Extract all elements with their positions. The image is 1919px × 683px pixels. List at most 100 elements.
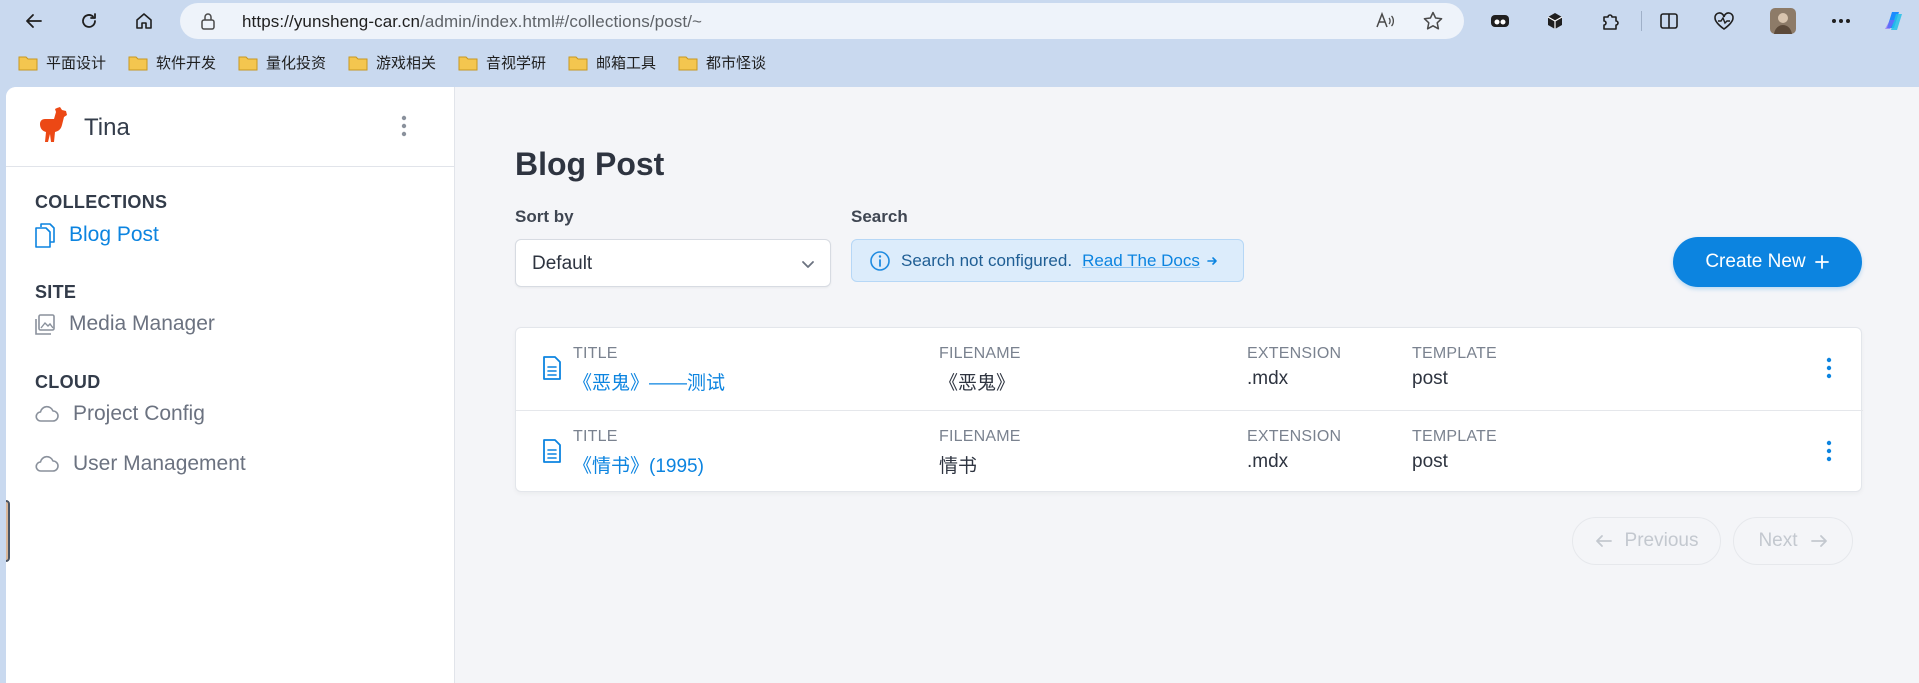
- folder-icon: [678, 56, 698, 70]
- sidebar-item-media-manager[interactable]: Media Manager: [35, 312, 215, 336]
- sidebar-item-blog-post[interactable]: Blog Post: [35, 222, 159, 248]
- cell-template: TEMPLATE post: [1412, 428, 1497, 473]
- more-horizontal-icon: [1832, 19, 1850, 23]
- reload-button[interactable]: [73, 6, 105, 36]
- back-button[interactable]: [18, 6, 50, 36]
- extensions-button[interactable]: [1594, 6, 1626, 36]
- filename-value: 情书: [939, 456, 978, 477]
- settings-menu-button[interactable]: [1825, 6, 1857, 36]
- document-title-link[interactable]: 《恶鬼》——测试: [573, 368, 725, 395]
- previous-page-button[interactable]: Previous: [1572, 517, 1721, 565]
- bookmark-label: 邮箱工具: [596, 55, 657, 72]
- sidebar-item-label: Blog Post: [69, 223, 159, 246]
- scrollbar-thumb[interactable]: [6, 500, 10, 562]
- sort-select[interactable]: Default: [515, 239, 831, 287]
- section-title-collections: COLLECTIONS: [35, 192, 168, 212]
- document-duplicate-icon: [35, 223, 55, 248]
- more-vertical-icon[interactable]: [401, 115, 407, 137]
- table-row[interactable]: TITLE 《情书》(1995) FILENAME 情书 EXTENSION .mdx…: [516, 410, 1863, 492]
- template-value: post: [1412, 451, 1448, 472]
- bookmark-folder[interactable]: 平面设计: [18, 52, 106, 73]
- row-actions-icon[interactable]: [1826, 440, 1832, 462]
- cell-title[interactable]: TITLE 《恶鬼》——测试: [573, 345, 725, 395]
- lock-icon[interactable]: [200, 12, 216, 30]
- tina-llama-logo: [40, 107, 67, 142]
- brand-name: Tina: [84, 114, 130, 141]
- plus-icon: [1814, 255, 1829, 269]
- bookmark-label: 都市怪谈: [706, 55, 767, 72]
- filename-value: 《恶鬼》: [939, 373, 1016, 394]
- bookmark-folder[interactable]: 都市怪谈: [678, 52, 766, 73]
- bookmarks-bar: 平面设计 软件开发 量化投资 游戏相关 音视学研 邮箱工具 都市怪谈: [0, 44, 1919, 84]
- tina-admin-app: Tina COLLECTIONS Blog Post SITE Media Ma…: [6, 87, 1919, 683]
- profile-button[interactable]: [1767, 6, 1799, 36]
- extension-cube-icon: [1547, 13, 1563, 29]
- info-icon: [870, 250, 890, 271]
- extension-glasses-icon: [1491, 15, 1509, 27]
- read-aloud-icon[interactable]: [1374, 10, 1396, 32]
- puzzle-icon: [1603, 14, 1619, 30]
- template-value: post: [1412, 368, 1448, 389]
- column-header: TEMPLATE: [1412, 345, 1497, 362]
- page-title: Blog Post: [515, 146, 665, 182]
- arrow-right-icon: [1207, 256, 1217, 265]
- bookmark-folder[interactable]: 游戏相关: [348, 52, 436, 73]
- bookmark-folder[interactable]: 软件开发: [128, 52, 216, 73]
- bookmark-folder[interactable]: 量化投资: [238, 52, 326, 73]
- extension-button[interactable]: [1484, 6, 1516, 36]
- url-text[interactable]: https://yunsheng-car.cn/admin/index.html…: [242, 12, 702, 32]
- extension-button[interactable]: [1539, 6, 1571, 36]
- cell-title[interactable]: TITLE 《情书》(1995): [573, 428, 704, 478]
- browser-toolbar: https://yunsheng-car.cn/admin/index.html…: [0, 0, 1919, 42]
- url-path: /admin/index.html#/collections/post/~: [420, 12, 703, 31]
- cloud-icon: [35, 455, 59, 472]
- cell-filename: FILENAME 情书: [939, 428, 1021, 478]
- next-label: Next: [1758, 530, 1798, 551]
- cell-extension: EXTENSION .mdx: [1247, 428, 1341, 473]
- folder-icon: [18, 56, 38, 70]
- bookmark-label: 游戏相关: [376, 55, 437, 72]
- row-actions-icon[interactable]: [1826, 357, 1832, 379]
- next-page-button[interactable]: Next: [1733, 517, 1853, 565]
- section-title-cloud: CLOUD: [35, 372, 101, 392]
- images-icon: [35, 314, 55, 335]
- split-screen-button[interactable]: [1653, 6, 1685, 36]
- bookmark-folder[interactable]: 邮箱工具: [568, 52, 656, 73]
- read-the-docs-link[interactable]: Read The Docs: [1082, 251, 1200, 271]
- create-new-button[interactable]: Create New: [1673, 237, 1862, 287]
- main-content: Blog Post Sort by Default Search Search …: [455, 87, 1919, 683]
- column-header: FILENAME: [939, 428, 1021, 445]
- home-icon: [136, 13, 152, 29]
- column-header: TITLE: [573, 428, 618, 445]
- browser-essentials-button[interactable]: [1708, 6, 1740, 36]
- arrow-left-icon: [1595, 535, 1612, 547]
- bookmark-label: 软件开发: [156, 55, 217, 72]
- sidebar-item-label: Media Manager: [69, 312, 215, 335]
- document-title-link[interactable]: 《情书》(1995): [573, 451, 704, 478]
- previous-label: Previous: [1624, 530, 1699, 551]
- sidebar-header: Tina: [6, 87, 455, 167]
- sidebar-item-project-config[interactable]: Project Config: [35, 402, 205, 426]
- arrow-left-icon: [26, 14, 42, 28]
- folder-icon: [238, 56, 258, 70]
- folder-icon: [348, 56, 368, 70]
- folder-icon: [568, 56, 588, 70]
- sort-label: Sort by: [515, 207, 574, 226]
- extension-value: .mdx: [1247, 451, 1289, 472]
- sidebar-item-label: User Management: [73, 452, 246, 475]
- avatar: [1770, 8, 1796, 34]
- home-button[interactable]: [128, 6, 160, 36]
- sidebar-item-user-management[interactable]: User Management: [35, 452, 246, 476]
- extension-value: .mdx: [1247, 368, 1289, 389]
- create-new-label: Create New: [1705, 251, 1806, 272]
- section-title-site: SITE: [35, 282, 77, 302]
- address-bar[interactable]: https://yunsheng-car.cn/admin/index.html…: [180, 3, 1464, 39]
- table-row[interactable]: TITLE 《恶鬼》——测试 FILENAME 《恶鬼》 EXTENSION .mdx…: [516, 328, 1863, 410]
- column-header: TEMPLATE: [1412, 428, 1497, 445]
- copilot-button[interactable]: [1878, 6, 1910, 36]
- cloud-icon: [35, 405, 59, 422]
- bookmark-folder[interactable]: 音视学研: [458, 52, 546, 73]
- bookmark-label: 音视学研: [486, 55, 547, 72]
- toolbar-separator: [1641, 11, 1642, 31]
- favorite-star-icon[interactable]: [1422, 10, 1444, 32]
